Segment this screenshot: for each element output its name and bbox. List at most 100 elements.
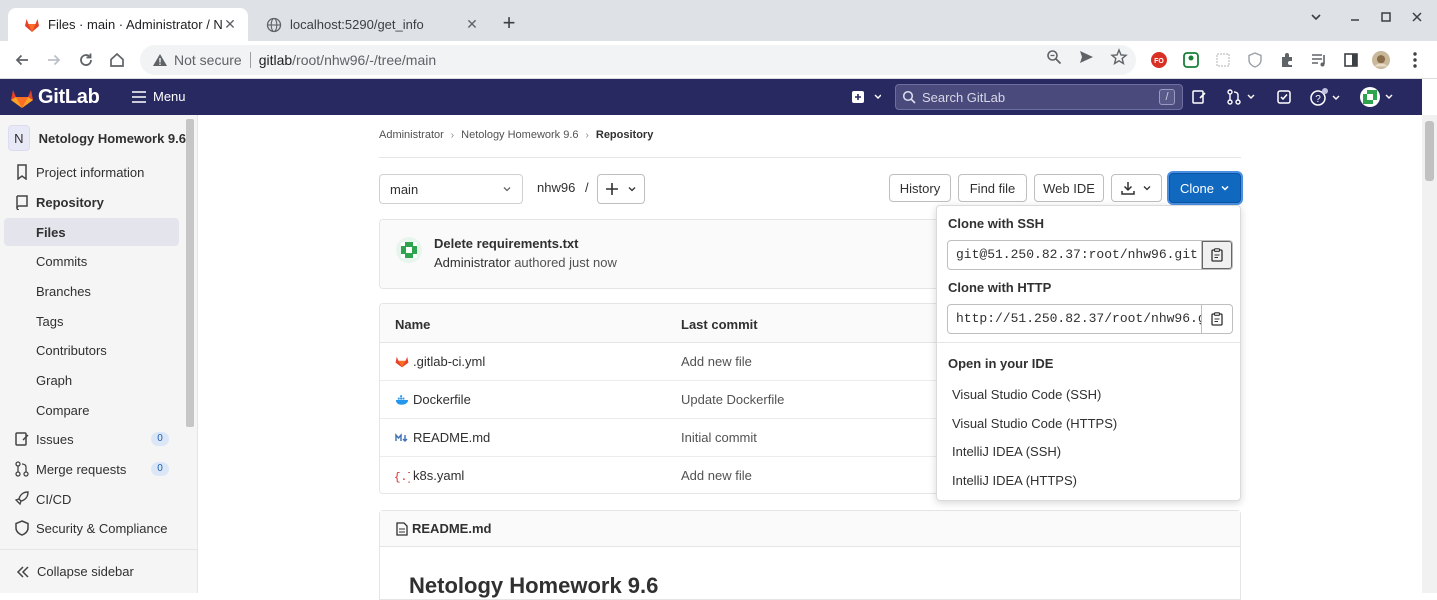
file-name[interactable]: Dockerfile [413,392,471,407]
sidebar-item-commits[interactable]: Commits [4,247,179,275]
extension-grid-icon[interactable] [1214,51,1232,69]
reload-icon[interactable] [75,49,97,71]
todos-icon[interactable] [1276,87,1292,107]
sidebar-item-label: Branches [36,283,91,299]
commit-title[interactable]: Delete requirements.txt [434,236,579,251]
hamburger-icon [132,90,146,103]
sidebar-item-files[interactable]: Files [4,218,179,246]
bookmark-star-icon[interactable] [1110,48,1128,66]
sidebar-item-project-information[interactable]: Project information [4,158,179,186]
page-scrollbar-thumb[interactable] [1425,121,1434,181]
file-last-commit[interactable]: Add new file [681,468,752,483]
branch-selector[interactable]: main [379,174,523,204]
readme-filename[interactable]: README.md [412,521,491,536]
sidebar-item-tags[interactable]: Tags [4,307,179,335]
sidebar-item-branches[interactable]: Branches [4,277,179,305]
breadcrumb-item[interactable]: Netology Homework 9.6 [461,129,578,141]
file-last-commit[interactable]: Initial commit [681,430,757,445]
page-scrollbar[interactable] [1422,115,1437,593]
repo-path-separator: / [584,180,589,195]
omnibox-separator [249,52,251,68]
merge-request-icon [14,461,30,477]
sidebar-item-label: Merge requests [36,461,127,477]
clone-ssh-url-field[interactable]: git@51.250.82.37:root/nhw96.git [947,240,1202,270]
copy-http-url-button[interactable] [1201,304,1233,334]
browser-tab-active[interactable]: Files · main · Administrator / Netology … [8,8,248,41]
author-avatar[interactable] [396,237,422,263]
profile-avatar[interactable] [1372,51,1390,69]
rocket-icon [14,491,30,507]
clone-ssh-label: Clone with SSH [948,216,1045,231]
close-tab-icon[interactable]: ✕ [464,16,480,33]
ext-badge-text: FO [1154,58,1164,65]
merge-requests-icon[interactable] [1226,87,1256,107]
repo-path-root[interactable]: nhw96 [537,180,575,195]
issues-icon[interactable] [1191,87,1207,107]
maximize-icon[interactable] [1379,10,1399,24]
history-button[interactable]: History [889,174,951,202]
fo-extension-icon[interactable]: FO [1150,51,1168,69]
help-icon[interactable]: ? [1309,87,1345,107]
column-header-last-commit: Last commit [681,317,758,332]
tab-search-chevron-icon[interactable] [1309,10,1329,24]
home-icon[interactable] [106,49,128,71]
forward-arrow-icon[interactable] [43,49,65,71]
file-name[interactable]: .gitlab-ci.yml [413,354,485,369]
sidebar-item-label: Commits [36,253,88,269]
clone-http-url-field[interactable]: http://51.250.82.37/root/nhw96.git [947,304,1202,334]
copy-icon [1211,312,1223,326]
sidebar-item-security-compliance[interactable]: Security & Compliance [4,514,179,542]
sidebar-project-header[interactable]: N Netology Homework 9.6 [8,123,186,153]
breadcrumb-item[interactable]: Administrator [379,129,444,141]
sidebar-item-label: CI/CD [36,491,72,507]
zoom-icon[interactable] [1045,48,1063,66]
clone-button[interactable]: Clone [1169,173,1241,203]
sidebar-item-issues[interactable]: Issues 0 [4,425,179,453]
file-last-commit[interactable]: Add new file [681,354,752,369]
new-tab-button[interactable]: + [500,12,518,34]
gitlab-logo[interactable]: GitLab [10,86,100,109]
user-avatar-menu[interactable] [1359,87,1397,107]
open-vscode-ssh-item[interactable]: Visual Studio Code (SSH) [952,387,1101,402]
chevron-down-icon [502,184,512,194]
file-name[interactable]: README.md [413,430,490,445]
sidebar-item-repository[interactable]: Repository [4,188,179,216]
file-last-commit[interactable]: Update Dockerfile [681,392,784,407]
copy-ssh-url-button[interactable] [1201,240,1233,270]
sidebar-item-contributors[interactable]: Contributors [4,336,179,364]
minimize-icon[interactable] [1348,10,1368,24]
sidebar-item-ci-cd[interactable]: CI/CD [4,485,179,513]
media-queue-icon[interactable] [1310,51,1328,69]
back-arrow-icon[interactable] [11,49,33,71]
new-dropdown-button[interactable] [851,87,881,107]
sidebar-scrollbar[interactable] [186,119,194,427]
browser-tab[interactable]: localhost:5290/get_info ✕ [250,8,490,41]
extension-puzzle-green-icon[interactable] [1182,51,1200,69]
open-vscode-https-item[interactable]: Visual Studio Code (HTTPS) [952,416,1117,431]
add-to-tree-button[interactable] [597,174,645,204]
sidebar-item-compare[interactable]: Compare [4,396,179,424]
shield-extension-icon[interactable] [1246,51,1264,69]
commit-author[interactable]: Administrator [434,255,511,270]
close-window-icon[interactable] [1410,10,1430,24]
open-intellij-ssh-item[interactable]: IntelliJ IDEA (SSH) [952,444,1061,459]
web-ide-button[interactable]: Web IDE [1034,174,1104,202]
browser-tab-bar: Files · main · Administrator / Netology … [0,0,1437,41]
download-button[interactable] [1111,174,1162,202]
side-panel-icon[interactable] [1342,51,1360,69]
close-tab-icon[interactable]: ✕ [222,16,238,33]
address-bar[interactable]: Not secure gitlab/root/nhw96/-/tree/main [140,45,1136,75]
sidebar-item-merge-requests[interactable]: Merge requests 0 [4,455,179,483]
menu-button[interactable]: Menu [132,89,186,104]
browser-menu-icon[interactable] [1406,51,1424,69]
extensions-puzzle-icon[interactable] [1278,51,1296,69]
search-input[interactable]: Search GitLab / [895,84,1183,110]
send-icon[interactable] [1077,48,1095,66]
sidebar-item-graph[interactable]: Graph [4,366,179,394]
breadcrumb-item-current[interactable]: Repository [596,129,653,141]
collapse-sidebar-button[interactable]: Collapse sidebar [0,549,197,593]
open-intellij-https-item[interactable]: IntelliJ IDEA (HTTPS) [952,473,1077,488]
file-name[interactable]: k8s.yaml [413,468,464,483]
repo-path-breadcrumb: nhw96 / [537,180,589,195]
find-file-button[interactable]: Find file [958,174,1027,202]
